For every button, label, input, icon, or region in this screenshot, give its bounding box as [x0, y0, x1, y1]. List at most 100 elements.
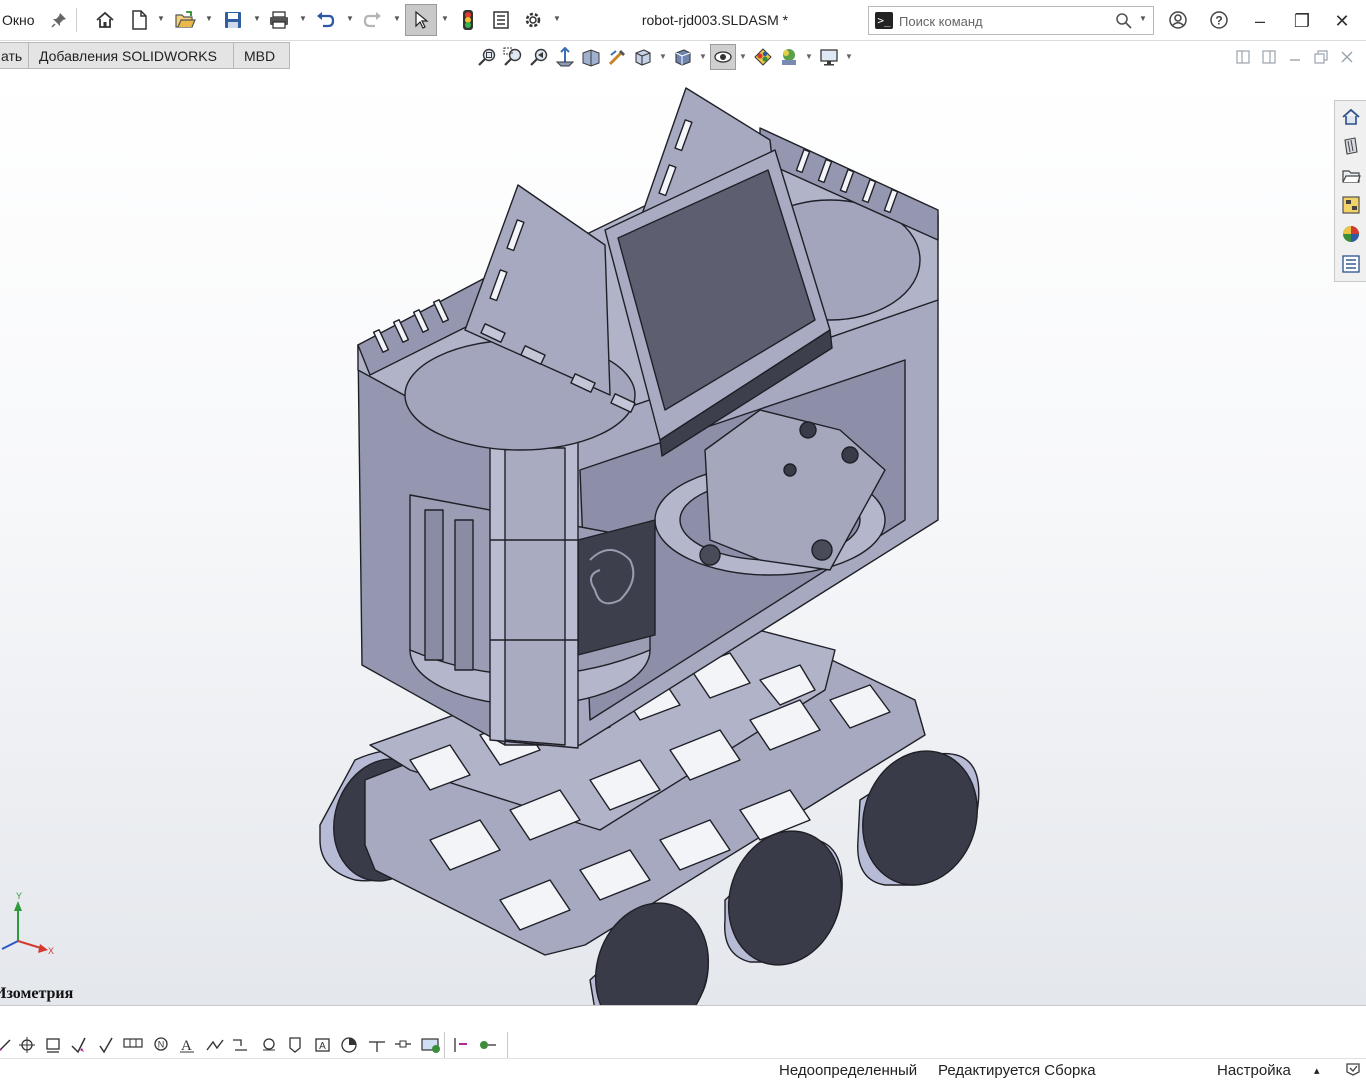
weld-symbol-icon[interactable]: [204, 1034, 226, 1056]
display-style-icon[interactable]: [632, 46, 654, 68]
surface-finish-icon[interactable]: [68, 1034, 90, 1056]
view-orientation-icon[interactable]: [606, 46, 628, 68]
datum-feature-icon[interactable]: [42, 1034, 64, 1056]
print-icon[interactable]: [266, 7, 292, 33]
minimize-button[interactable]: –: [1245, 8, 1275, 34]
status-bar-settings-icon[interactable]: [1344, 1061, 1362, 1080]
zoom-to-fit-icon[interactable]: [476, 46, 498, 68]
auto-dimension-scheme-icon[interactable]: [392, 1034, 414, 1056]
toolbar-separator: [76, 8, 77, 32]
view-settings-icon[interactable]: [818, 46, 840, 68]
dimxpert-icon[interactable]: [366, 1034, 388, 1056]
new-dropdown-icon[interactable]: ▼: [157, 14, 165, 26]
user-icon[interactable]: [1165, 7, 1191, 33]
section-view-icon[interactable]: [554, 46, 576, 68]
redo-icon[interactable]: [360, 7, 386, 33]
note-icon[interactable]: N: [150, 1034, 172, 1056]
hide-show-toggle-icon[interactable]: [710, 44, 736, 70]
print-dropdown-icon[interactable]: ▼: [299, 14, 307, 26]
triad-y-label: Y: [16, 891, 23, 901]
view-settings-dropdown-icon[interactable]: ▼: [845, 52, 853, 61]
smart-dimension-icon[interactable]: [0, 1034, 16, 1056]
title-bar: Окно ▼ ▼ ▼ ▼ ▼ ▼ ▼ ▼ robot-rjd003.SLDASM…: [0, 0, 1366, 41]
tab-evaluate[interactable]: ать: [0, 42, 29, 69]
center-mark-icon[interactable]: [16, 1034, 38, 1056]
toolbar-separator: [507, 1032, 508, 1058]
help-icon[interactable]: ?: [1206, 7, 1232, 33]
svg-text:?: ?: [1215, 14, 1222, 28]
view-orientation-dropdown-icon[interactable]: ▼: [659, 52, 667, 61]
previous-view-icon[interactable]: [528, 46, 550, 68]
redo-dropdown-icon[interactable]: ▼: [393, 14, 401, 26]
view-palette-icon[interactable]: [1338, 192, 1364, 218]
block-annotation-icon[interactable]: A: [312, 1034, 334, 1056]
appearances-icon[interactable]: [1338, 221, 1364, 247]
task-pane-tabs: [1334, 100, 1366, 282]
geometric-tolerance-icon[interactable]: [96, 1034, 118, 1056]
balloon-icon[interactable]: [258, 1034, 280, 1056]
show-tolerance-status-icon[interactable]: [420, 1034, 442, 1056]
close-button[interactable]: ✕: [1327, 8, 1357, 34]
menu-window[interactable]: Окно: [2, 12, 35, 28]
options-dropdown-icon[interactable]: ▼: [553, 14, 561, 26]
custom-menu-arrow-icon[interactable]: ▴: [1314, 1064, 1320, 1077]
emblem-panel: [577, 519, 656, 656]
home-icon[interactable]: [92, 7, 118, 33]
display-style-dropdown-icon[interactable]: ▼: [699, 52, 707, 61]
search-icon[interactable]: [1115, 12, 1133, 33]
viewport-tile-left-icon[interactable]: [1235, 49, 1251, 65]
tolerance-analysis-icon[interactable]: [476, 1034, 498, 1056]
copy-scheme-icon[interactable]: [450, 1034, 472, 1056]
robot-assembly-model[interactable]: [0, 71, 1366, 1005]
search-dropdown-icon[interactable]: ▼: [1139, 14, 1147, 23]
editing-status: Редактируется Сборка: [938, 1062, 1096, 1079]
design-library-icon[interactable]: [1338, 133, 1364, 159]
custom-properties-icon[interactable]: [1338, 251, 1364, 277]
bottom-toolbar: N A A: [0, 1005, 1366, 1058]
undo-dropdown-icon[interactable]: ▼: [346, 14, 354, 26]
definition-status: Недоопределенный: [779, 1062, 918, 1079]
coordinate-triad: Y X: [0, 891, 60, 961]
text-annotation-icon[interactable]: A: [176, 1034, 198, 1056]
save-icon[interactable]: [220, 7, 246, 33]
open-dropdown-icon[interactable]: ▼: [205, 14, 213, 26]
dynamic-annotation-icon[interactable]: [580, 46, 602, 68]
file-explorer-icon[interactable]: [1338, 163, 1364, 189]
open-icon[interactable]: [172, 7, 198, 33]
area-hatch-icon[interactable]: [338, 1034, 360, 1056]
restore-button[interactable]: ❐: [1287, 8, 1317, 34]
file-properties-icon[interactable]: [488, 7, 514, 33]
solidworks-resources-icon[interactable]: [1338, 104, 1364, 130]
zoom-to-area-icon[interactable]: [502, 46, 524, 68]
viewport-restore-icon[interactable]: [1313, 49, 1329, 65]
undo-icon[interactable]: [312, 7, 338, 33]
viewport-close-icon[interactable]: [1339, 49, 1355, 65]
select-dropdown-icon[interactable]: ▼: [441, 14, 449, 26]
options-icon[interactable]: [520, 7, 546, 33]
rebuild-icon[interactable]: [455, 7, 481, 33]
apply-scene-dropdown-icon[interactable]: ▼: [805, 52, 813, 61]
search-input[interactable]: [899, 11, 1109, 31]
viewport-minimize-icon[interactable]: [1287, 49, 1303, 65]
edit-appearance-icon[interactable]: [752, 46, 774, 68]
command-prompt-icon: >_: [875, 12, 893, 29]
hole-callout-icon[interactable]: [230, 1034, 252, 1056]
status-bar: Недоопределенный Редактируется Сборка На…: [0, 1058, 1366, 1080]
viewport-tile-right-icon[interactable]: [1261, 49, 1277, 65]
command-search-box[interactable]: >_ ▼: [868, 6, 1154, 35]
tab-mbd[interactable]: MBD: [233, 42, 290, 69]
new-document-icon[interactable]: [126, 7, 152, 33]
tab-solidworks-addins[interactable]: Добавления SOLIDWORKS: [28, 42, 234, 69]
hide-show-items-icon[interactable]: [672, 46, 694, 68]
tolerance-frame-icon[interactable]: [122, 1034, 144, 1056]
hide-show-dropdown-icon[interactable]: ▼: [739, 52, 747, 61]
document-title: robot-rjd003.SLDASM *: [641, 12, 789, 28]
auto-balloon-icon[interactable]: [284, 1034, 306, 1056]
save-dropdown-icon[interactable]: ▼: [253, 14, 261, 26]
custom-menu-label[interactable]: Настройка: [1217, 1062, 1291, 1079]
pin-icon[interactable]: [46, 7, 72, 33]
graphics-area[interactable]: Y X Изометрия: [0, 71, 1366, 1005]
view-orientation-label: Изометрия: [0, 985, 74, 1002]
select-icon[interactable]: [405, 4, 437, 36]
apply-scene-icon[interactable]: [778, 46, 800, 68]
